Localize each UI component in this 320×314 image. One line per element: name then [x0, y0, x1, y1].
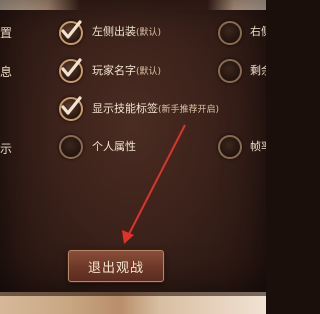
- floral-border-top: [0, 0, 266, 10]
- left-equip-label: 左侧出装: [92, 25, 136, 38]
- player-name-checkbox[interactable]: [59, 58, 83, 83]
- framerate-radio[interactable]: [218, 135, 242, 159]
- checkmark-icon: [61, 96, 82, 115]
- skill-tag-label: 显示技能标签: [92, 102, 158, 115]
- row-label-info: 息: [0, 65, 13, 79]
- personal-attr-label[interactable]: 个人属性: [92, 140, 136, 154]
- exit-spectate-label: 退出观战: [87, 260, 144, 276]
- player-name-label: 玩家名字: [92, 64, 136, 77]
- skill-tag-checkbox[interactable]: [59, 96, 83, 121]
- left-equip-option[interactable]: 左侧出装(默认): [92, 25, 161, 40]
- exit-spectate-button[interactable]: 退出观战: [68, 250, 164, 282]
- player-name-sub: (默认): [136, 67, 162, 77]
- player-name-option[interactable]: 玩家名字(默认): [92, 64, 161, 79]
- skill-tag-option[interactable]: 显示技能标签(新手推荐开启): [92, 102, 219, 117]
- left-equip-sub: (默认): [136, 28, 162, 38]
- floral-border-bottom: [0, 292, 266, 314]
- right-equip-radio[interactable]: [218, 21, 242, 45]
- spectator-settings-panel: 置 左侧出装(默认) 右侧 息 玩家名字(默认) 剩余 显示技能标签(新手推荐开…: [0, 0, 266, 314]
- row-label-display: 示: [0, 142, 13, 156]
- remaining-label: 剩余: [250, 64, 266, 77]
- checkmark-icon: [61, 20, 82, 39]
- row-label-layout: 置: [0, 26, 13, 40]
- personal-attr-radio[interactable]: [59, 135, 83, 159]
- remaining-radio[interactable]: [218, 59, 242, 83]
- skill-tag-sub: (新手推荐开启): [158, 105, 220, 115]
- left-equip-checkbox[interactable]: [59, 20, 83, 45]
- checkmark-icon: [61, 58, 82, 77]
- right-equip-label: 右侧: [250, 25, 266, 38]
- framerate-label: 帧率: [250, 140, 266, 153]
